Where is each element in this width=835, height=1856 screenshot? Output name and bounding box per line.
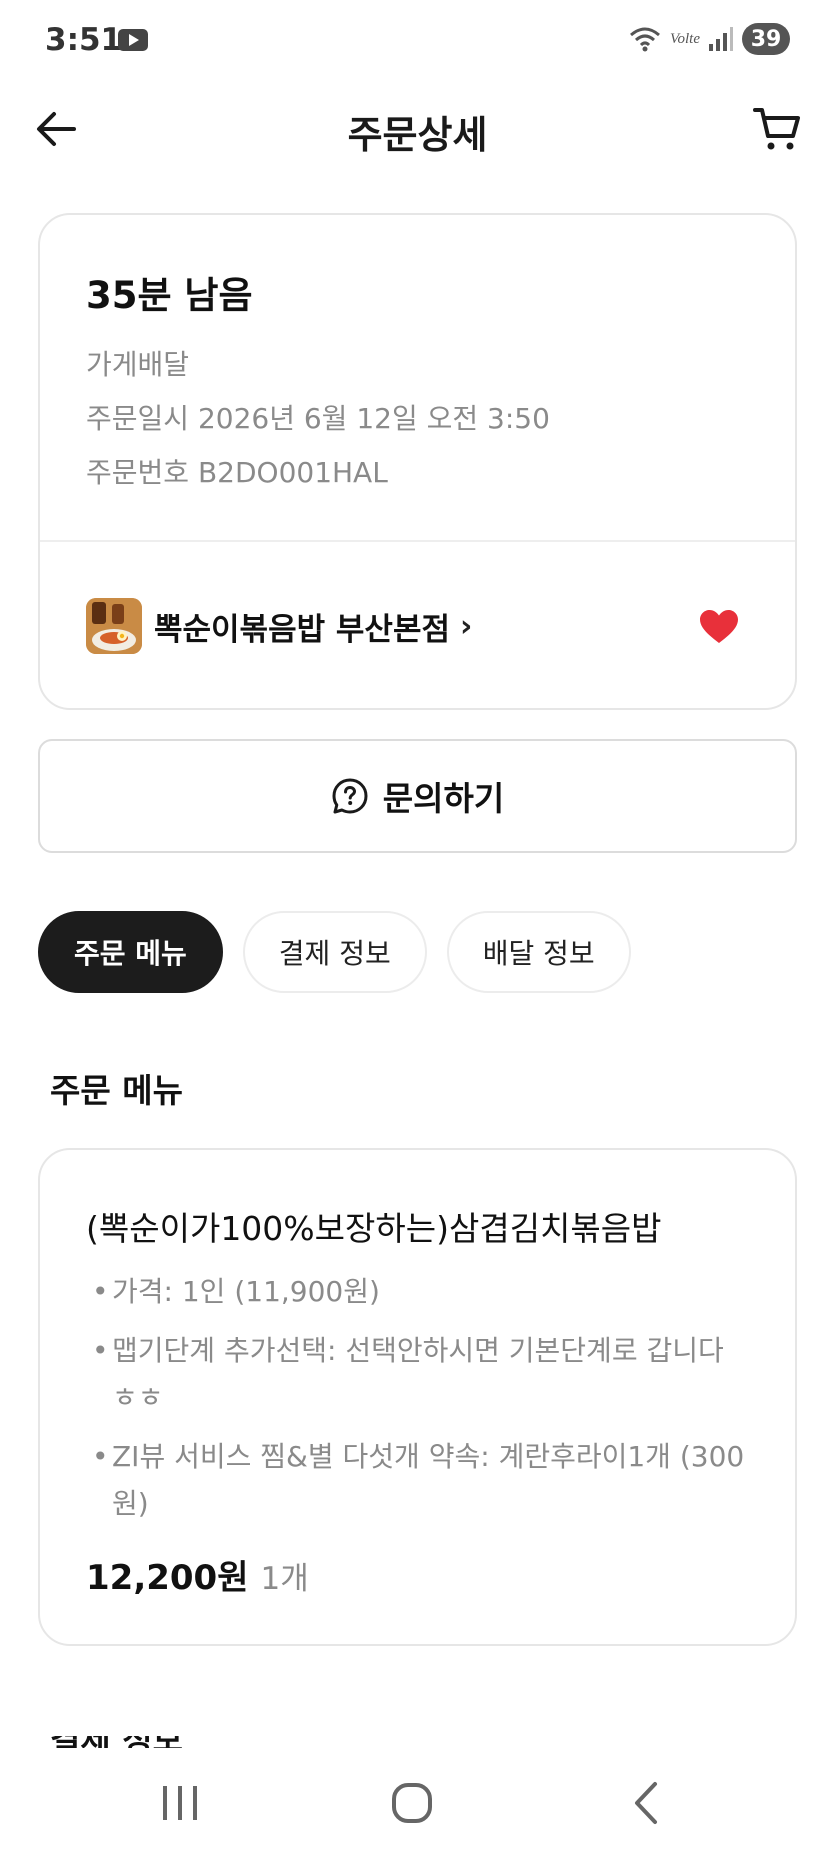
inquiry-label: 문의하기 <box>382 779 505 818</box>
cart-button[interactable] <box>752 104 802 154</box>
app-header: 주문상세 <box>0 88 835 168</box>
delivery-type: 가게배달 <box>86 348 190 381</box>
menu-options-list: 가격: 1인 (11,900원) 맵기단계 추가선택: 선택안하시면 기본단계로… <box>86 1268 746 1539</box>
signal-icon <box>708 26 734 52</box>
question-chat-icon <box>332 778 368 814</box>
chevron-left-icon <box>635 1782 657 1824</box>
store-name: 뽁순이볶음밥 부산본점 <box>154 611 450 648</box>
menu-item-card: (뽁순이가100%보장하는)삼겹김치볶음밥 가격: 1인 (11,900원) 맵… <box>38 1148 797 1646</box>
menu-option: 가격: 1인 (11,900원) <box>86 1268 746 1315</box>
recent-apps-icon <box>163 1786 197 1820</box>
order-datetime: 주문일시 2026년 6월 12일 오전 3:50 <box>86 402 550 435</box>
chevron-right-icon: › <box>460 608 473 644</box>
order-number: 주문번호 B2DO001HAL <box>86 456 388 489</box>
system-nav-bar <box>0 1748 835 1856</box>
status-time: 3:51 <box>45 22 123 58</box>
page-title: 주문상세 <box>347 113 488 157</box>
tab-payment-info[interactable]: 결제 정보 <box>242 911 427 993</box>
section-title-order-menu: 주문 메뉴 <box>50 1071 183 1110</box>
remaining-time: 35분 남음 <box>86 274 253 317</box>
inquiry-button[interactable]: 문의하기 <box>38 739 797 853</box>
order-summary-card: 35분 남음 가게배달 주문일시 2026년 6월 12일 오전 3:50 주문… <box>38 213 797 710</box>
home-icon <box>392 1783 432 1823</box>
store-link[interactable]: 뽁순이볶음밥 부산본점 › <box>86 597 738 655</box>
store-thumbnail <box>86 598 142 654</box>
menu-option: ZI뷰 서비스 찜&별 다섯개 약속: 계란후라이1개 (300원) <box>86 1433 746 1527</box>
volte-label: Volte <box>670 30 700 47</box>
tab-delivery-info[interactable]: 배달 정보 <box>446 911 631 993</box>
menu-item-price: 12,200원 <box>86 1558 249 1598</box>
youtube-icon <box>118 29 148 51</box>
section-title-payment-info: 결제 정보 <box>50 1736 183 1748</box>
favorite-heart-icon[interactable] <box>699 609 739 645</box>
menu-item-quantity: 1개 <box>260 1561 309 1597</box>
home-button[interactable] <box>382 1778 442 1828</box>
menu-item-name: (뽁순이가100%보장하는)삼겹김치볶음밥 <box>86 1209 662 1248</box>
card-divider <box>40 540 795 542</box>
wifi-icon <box>628 25 662 53</box>
section-title-payment-text: 결제 정보 <box>50 1736 183 1748</box>
system-back-button[interactable] <box>617 1778 677 1828</box>
cart-icon <box>753 108 800 150</box>
menu-option: 맵기단계 추가선택: 선택안하시면 기본단계로 갑니다 ㅎㅎ <box>86 1327 746 1421</box>
detail-tabs: 주문 메뉴 결제 정보 배달 정보 <box>38 911 631 993</box>
tab-order-menu[interactable]: 주문 메뉴 <box>38 911 223 993</box>
system-icons: Volte 39 <box>628 22 790 56</box>
battery-indicator: 39 <box>742 23 790 55</box>
order-detail-screen: 3:51 Volte 39 주문상세 35분 남음 가게배달 주문일시 2026… <box>0 0 835 1856</box>
menu-price-row: 12,200원 1개 <box>86 1550 309 1599</box>
status-bar: 3:51 Volte 39 <box>0 0 835 80</box>
recent-apps-button[interactable] <box>150 1778 210 1828</box>
